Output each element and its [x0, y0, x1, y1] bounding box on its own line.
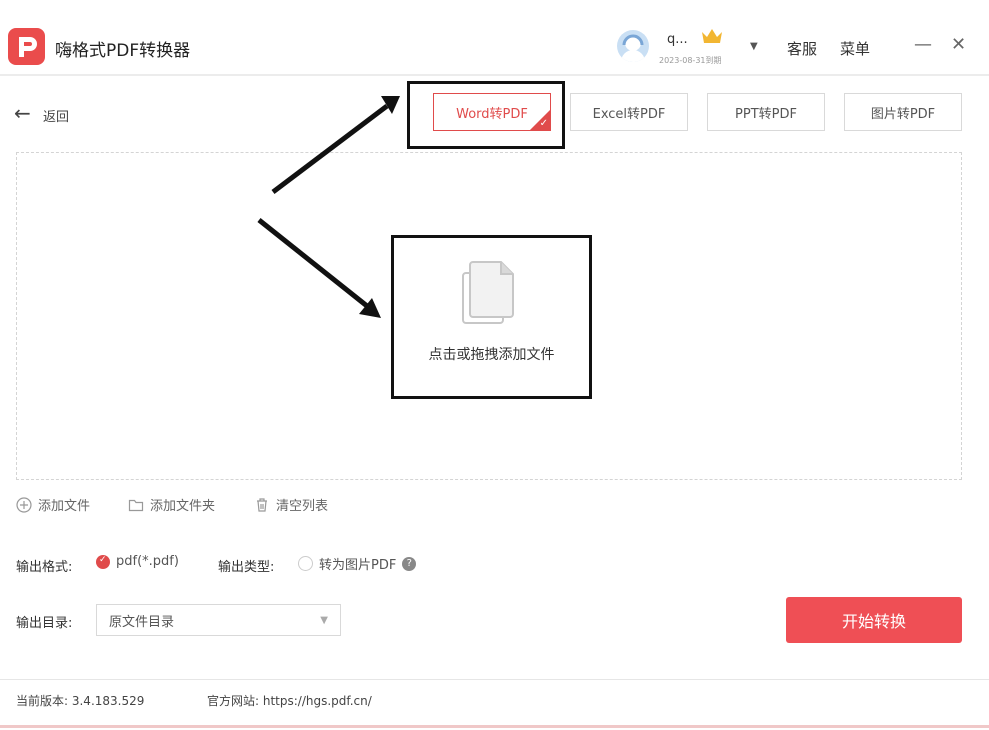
clear-list-button[interactable]: 清空列表 [254, 495, 328, 514]
tab-excel-to-pdf[interactable]: Excel转PDF [570, 93, 688, 131]
app-logo-icon [8, 28, 45, 65]
drop-prompt: 点击或拖拽添加文件 [428, 347, 555, 363]
tab-ppt-to-pdf[interactable]: PPT转PDF [707, 93, 825, 131]
output-dir-value: 原文件目录 [109, 614, 175, 630]
avatar-icon[interactable] [617, 30, 649, 62]
menu-button[interactable]: 菜单 [840, 38, 870, 59]
add-file-label: 添加文件 [38, 499, 91, 514]
start-convert-button[interactable]: 开始转换 [786, 597, 962, 643]
back-arrow-icon[interactable]: ← [14, 101, 31, 125]
tab-label: PPT转PDF [735, 106, 797, 122]
trash-icon [254, 497, 270, 513]
add-folder-label: 添加文件夹 [150, 499, 216, 514]
back-button[interactable]: 返回 [43, 106, 69, 125]
tab-label: 图片转PDF [870, 106, 936, 122]
bottom-border [0, 725, 989, 728]
user-name[interactable]: q... [667, 32, 688, 47]
help-icon[interactable]: ? [402, 556, 417, 571]
service-button[interactable]: 客服 [787, 38, 817, 59]
annotation-highlight-tab [407, 81, 565, 149]
add-file-button[interactable]: 添加文件 [16, 495, 90, 514]
image-pdf-label: 转为图片PDF [319, 558, 397, 573]
format-pdf-radio[interactable]: pdf(*.pdf) [96, 554, 179, 569]
crown-icon [700, 26, 724, 50]
format-pdf-value: pdf(*.pdf) [116, 554, 179, 569]
document-stack-icon [460, 259, 518, 329]
version-text: 当前版本: 3.4.183.529 [16, 694, 145, 708]
output-format-label: 输出格式: [16, 560, 73, 575]
folder-icon [128, 497, 144, 513]
output-dir-label: 输出目录: [16, 616, 73, 631]
image-pdf-radio[interactable]: 转为图片PDF ? [298, 554, 417, 573]
footer-divider [0, 679, 989, 680]
tab-label: Excel转PDF [592, 106, 666, 122]
title-divider [0, 74, 989, 76]
tab-image-to-pdf[interactable]: 图片转PDF [844, 93, 962, 131]
add-folder-button[interactable]: 添加文件夹 [128, 495, 215, 514]
plus-circle-icon [16, 496, 32, 513]
chevron-down-icon[interactable]: ▼ [750, 41, 758, 52]
minimize-button[interactable]: — [914, 34, 932, 55]
output-type-label: 输出类型: [218, 560, 275, 575]
app-title: 嗨格式PDF转换器 [55, 41, 191, 61]
radio-empty-icon [298, 556, 313, 571]
annotation-arrows [257, 96, 400, 318]
close-button[interactable]: ✕ [951, 34, 966, 55]
chevron-down-icon: ▼ [320, 614, 328, 626]
clear-list-label: 清空列表 [276, 499, 329, 514]
website-text[interactable]: 官方网站: https://hgs.pdf.cn/ [207, 692, 372, 709]
vip-expiry: 2023-08-31到期 [659, 56, 722, 65]
radio-checked-icon [96, 554, 110, 569]
output-dir-select[interactable]: 原文件目录 ▼ [96, 604, 341, 636]
